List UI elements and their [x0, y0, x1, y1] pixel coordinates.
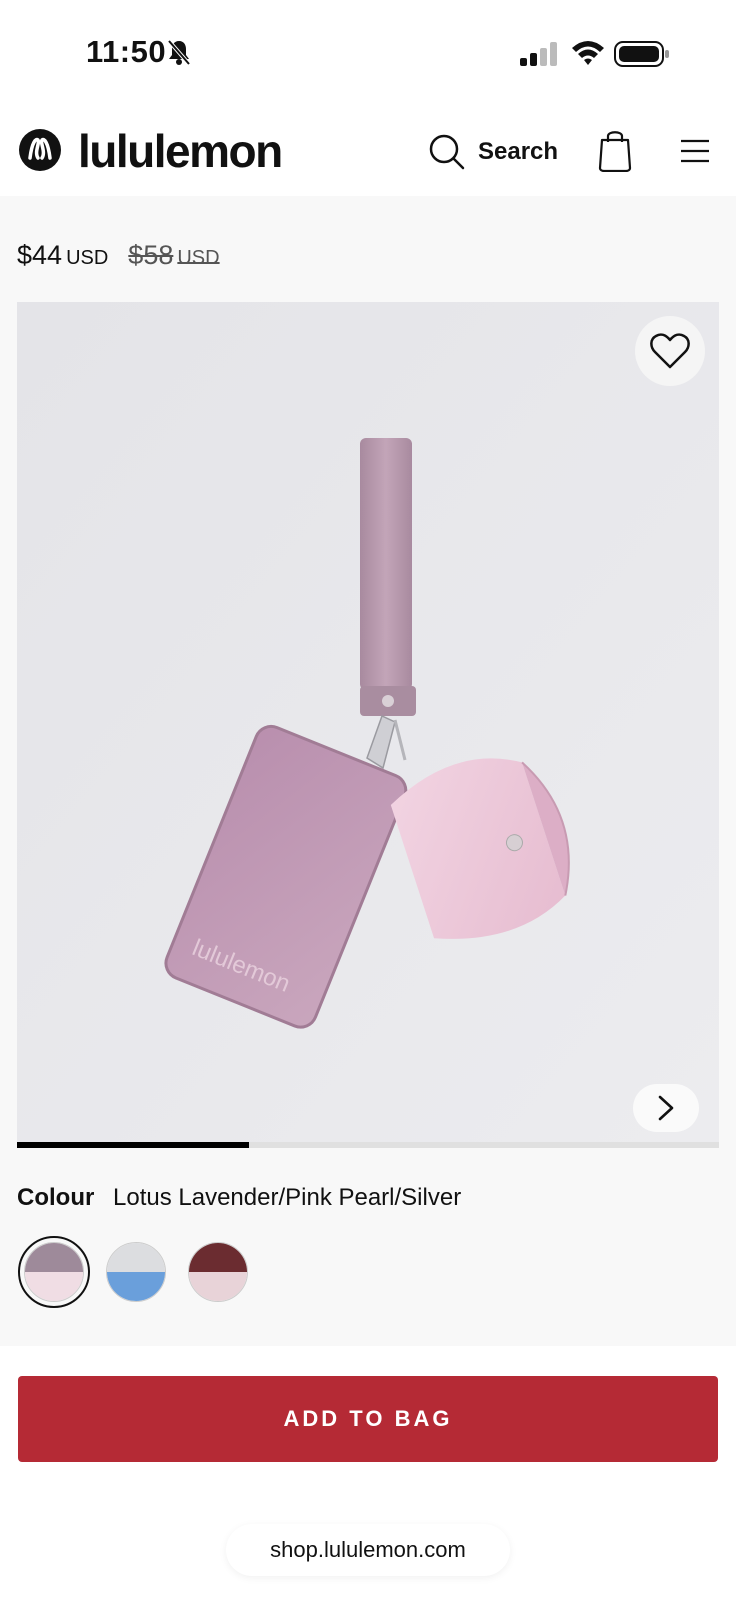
hamburger-menu-icon[interactable]: [680, 138, 710, 164]
search-label: Search: [478, 138, 559, 165]
chevron-right-icon: [658, 1095, 674, 1121]
colour-swatch-2[interactable]: [100, 1236, 172, 1308]
product-content: $44 USD $58 USD lululemon Colour Lotus L…: [0, 196, 736, 1346]
site-header: lululemon Search: [0, 110, 736, 196]
next-image-button[interactable]: [633, 1084, 699, 1132]
colour-label: Colour: [17, 1184, 95, 1211]
status-bar: 11:50: [0, 0, 736, 100]
product-image: lululemon: [17, 302, 719, 1148]
gallery-progress-track: [17, 1142, 719, 1148]
signal-icon: [520, 42, 557, 66]
price-row: $44 USD $58 USD: [17, 240, 220, 271]
price-original: $58 USD: [128, 240, 220, 270]
browser-url-bar[interactable]: shop.lululemon.com: [226, 1524, 510, 1576]
colour-swatches: [18, 1236, 254, 1308]
colour-swatch-circle: [106, 1242, 166, 1302]
colour-selected-name: Lotus Lavender/Pink Pearl/Silver: [113, 1184, 462, 1211]
price-current: $44 USD: [17, 240, 109, 270]
search-button[interactable]: Search: [428, 130, 558, 174]
wifi-icon: [572, 41, 604, 65]
shopping-bag-icon[interactable]: [598, 128, 632, 172]
lululemon-logo-icon[interactable]: [18, 128, 62, 172]
status-time: 11:50: [86, 34, 167, 69]
colour-swatch-circle: [24, 1242, 84, 1302]
colour-swatch-circle: [188, 1242, 248, 1302]
bell-muted-icon: [167, 39, 191, 66]
gallery-progress-fill: [17, 1142, 249, 1148]
search-icon: [429, 134, 465, 170]
wishlist-button[interactable]: [635, 316, 705, 386]
colour-swatch-3[interactable]: [182, 1236, 254, 1308]
colour-swatch-1[interactable]: [18, 1236, 90, 1308]
add-to-bag-button[interactable]: ADD TO BAG: [18, 1376, 718, 1462]
heart-icon: [650, 333, 690, 369]
battery-icon: [614, 41, 669, 67]
brand-wordmark[interactable]: lululemon: [78, 124, 283, 178]
colour-row: Colour Lotus Lavender/Pink Pearl/Silver: [17, 1184, 461, 1212]
product-image-gallery[interactable]: lululemon: [17, 302, 719, 1148]
